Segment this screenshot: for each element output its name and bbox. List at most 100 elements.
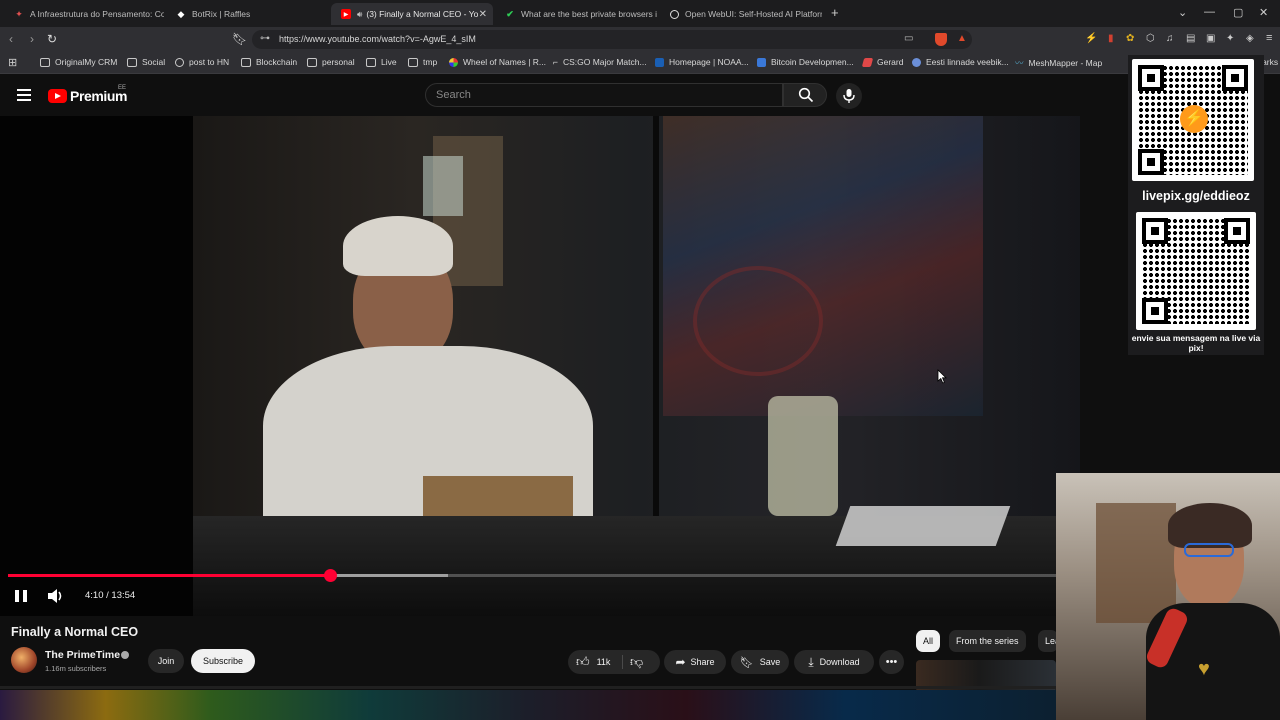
folder-icon — [366, 57, 376, 67]
mute-button[interactable] — [47, 588, 65, 604]
bookmark-page-icon[interactable]: 🔖︎ — [232, 32, 247, 46]
bookmark-link[interactable]: Wheel of Names | R... — [449, 57, 546, 67]
bookmark-label: Wheel of Names | R... — [463, 57, 546, 67]
video-title: Finally a Normal CEO — [11, 625, 139, 639]
search-button[interactable] — [783, 83, 827, 107]
bookmark-link[interactable]: 〰 MeshMapper - Map — [1015, 57, 1102, 69]
minimize-icon[interactable]: — — [1204, 6, 1215, 18]
bookmark-link[interactable]: Homepage | NOAA... — [655, 57, 749, 67]
bookmark-link[interactable]: Eesti linnade veebik... — [912, 57, 1009, 67]
bookmark-folder[interactable]: personal — [307, 57, 355, 67]
vpn-icon[interactable]: ◈ — [1246, 33, 1254, 44]
browser-tab[interactable]: ◆ BotRix | Raffles — [166, 3, 326, 25]
bookmark-folder[interactable]: Social — [127, 57, 165, 67]
livepix-link: livepix.gg/eddieoz — [1142, 189, 1250, 203]
extension-icon[interactable]: ⚡ — [1085, 33, 1097, 44]
qr-code-top: ⚡ — [1132, 59, 1254, 181]
dislike-button[interactable]: 👎︎ — [630, 654, 643, 670]
tab-list-icon[interactable]: ⌄ — [1178, 6, 1187, 19]
map-icon: 〰 — [1015, 58, 1024, 68]
join-button[interactable]: Join — [148, 649, 184, 673]
new-tab-icon[interactable]: + — [831, 5, 839, 20]
microphone-icon — [843, 89, 855, 103]
bookmark-link[interactable]: Bitcoin Developmen... — [757, 57, 854, 67]
browser-tab[interactable]: Open WebUI: Self-Hosted AI Platform — [660, 3, 822, 25]
bookmark-folder[interactable]: tmp — [408, 57, 437, 67]
mouse-cursor-icon — [937, 369, 947, 384]
address-bar[interactable]: ⊶ https://www.youtube.com/watch?v=-AgwE_… — [252, 30, 972, 49]
browser-tab-active[interactable]: ▶ 🔊︎ (3) Finally a Normal CEO - Yo ✕ — [331, 3, 493, 25]
guide-menu-icon[interactable] — [17, 89, 31, 101]
bookmark-folder[interactable]: Live — [366, 57, 397, 67]
audio-icon[interactable]: 🔊︎ — [357, 9, 362, 20]
bookmark-folder[interactable]: Blockchain — [241, 57, 297, 67]
menu-icon[interactable]: ≡ — [1266, 32, 1272, 44]
url-text: https://www.youtube.com/watch?v=-AgwE_4_… — [279, 34, 476, 44]
save-button[interactable]: 🔖︎ Save — [731, 650, 789, 674]
folder-icon — [307, 57, 317, 67]
extension-icon[interactable]: ▤ — [1186, 33, 1195, 44]
folder-icon — [241, 57, 251, 67]
bookmark-link[interactable]: Gerard — [861, 57, 903, 67]
back-icon[interactable]: ‹ — [9, 32, 13, 46]
browser-tab[interactable]: ✔ What are the best private browsers i — [495, 3, 657, 25]
verified-icon — [121, 651, 129, 659]
like-button[interactable]: 👍︎ 11k — [576, 654, 610, 670]
browser-tab[interactable]: ✦ A Infraestrutura do Pensamento: Con — [4, 3, 164, 25]
forward-icon[interactable]: › — [30, 32, 34, 46]
extension-icon[interactable]: ♫ — [1166, 33, 1174, 44]
bitcoin-icon — [757, 57, 766, 67]
close-window-icon[interactable]: ✕ — [1259, 6, 1268, 19]
qr-code-pix — [1136, 212, 1256, 330]
bookmark-folder[interactable]: OriginalMy CRM — [40, 57, 117, 67]
region-code: EE — [118, 85, 127, 91]
sidebar-icon[interactable]: ▣ — [1206, 33, 1215, 44]
pause-button[interactable] — [15, 590, 28, 602]
subscriber-count: 1.16m subscribers — [45, 664, 107, 673]
video-player[interactable] — [0, 116, 1080, 616]
scene-bike — [693, 266, 823, 376]
bookmark-link[interactable]: post to HN — [175, 57, 229, 67]
share-button[interactable]: ➦ Share — [664, 650, 726, 674]
extension-icon[interactable]: ⬡ — [1146, 33, 1155, 44]
reload-icon[interactable]: ↻ — [47, 32, 57, 46]
close-tab-icon[interactable]: ✕ — [479, 9, 487, 20]
download-button[interactable]: ⤓ Download — [794, 650, 874, 674]
voice-search-button[interactable] — [836, 83, 862, 109]
extension-icon[interactable]: ▮ — [1108, 33, 1114, 44]
webui-icon — [670, 9, 679, 19]
bookmark-label: MeshMapper - Map — [1028, 58, 1103, 68]
youtube-logo[interactable]: Premium — [48, 88, 128, 104]
maximize-icon[interactable]: ▢ — [1233, 6, 1243, 19]
search-input[interactable] — [436, 89, 766, 101]
bookmark-label: personal — [322, 57, 355, 67]
channel-name[interactable]: The PrimeTime — [45, 649, 120, 661]
cast-icon[interactable]: ▭ — [904, 33, 913, 44]
gerard-icon — [861, 57, 874, 67]
apps-icon[interactable]: ⊞ — [8, 56, 17, 69]
wallet-icon[interactable]: ✦ — [1226, 33, 1234, 44]
toolbar: ‹ › ↻ 🔖︎ ⊶ https://www.youtube.com/watch… — [0, 27, 1280, 52]
save-label: Save — [759, 657, 781, 667]
subscribe-button[interactable]: Subscribe — [191, 649, 255, 673]
chip-all[interactable]: All — [916, 630, 941, 652]
like-count: 11k — [596, 657, 611, 667]
rewards-icon[interactable]: ▲ — [957, 33, 967, 44]
bookmark-label: Blockchain — [256, 57, 298, 67]
globe-icon — [912, 57, 921, 67]
bookmark-link[interactable]: ⌐ CS:GO Major Match... — [553, 57, 647, 67]
bookmark-label: Bitcoin Developmen... — [771, 57, 854, 67]
extension-icon[interactable]: ✿ — [1126, 33, 1134, 44]
chip-from-the-series[interactable]: From the series — [949, 630, 1026, 652]
pause-icon — [15, 590, 19, 602]
brave-shield-icon[interactable] — [935, 33, 947, 46]
site-info-icon[interactable]: ⊶ — [260, 33, 270, 44]
scrubber-handle[interactable] — [323, 569, 337, 582]
more-actions-button[interactable]: ••• — [879, 650, 904, 674]
doc-icon: ✦ — [15, 8, 23, 19]
time-display: 4:10 / 13:54 — [85, 590, 136, 601]
youtube-icon: ▶ — [341, 9, 351, 19]
channel-avatar[interactable] — [11, 647, 37, 673]
volume-icon — [48, 589, 62, 603]
chip-learning[interactable]: Lea — [1038, 630, 1058, 652]
